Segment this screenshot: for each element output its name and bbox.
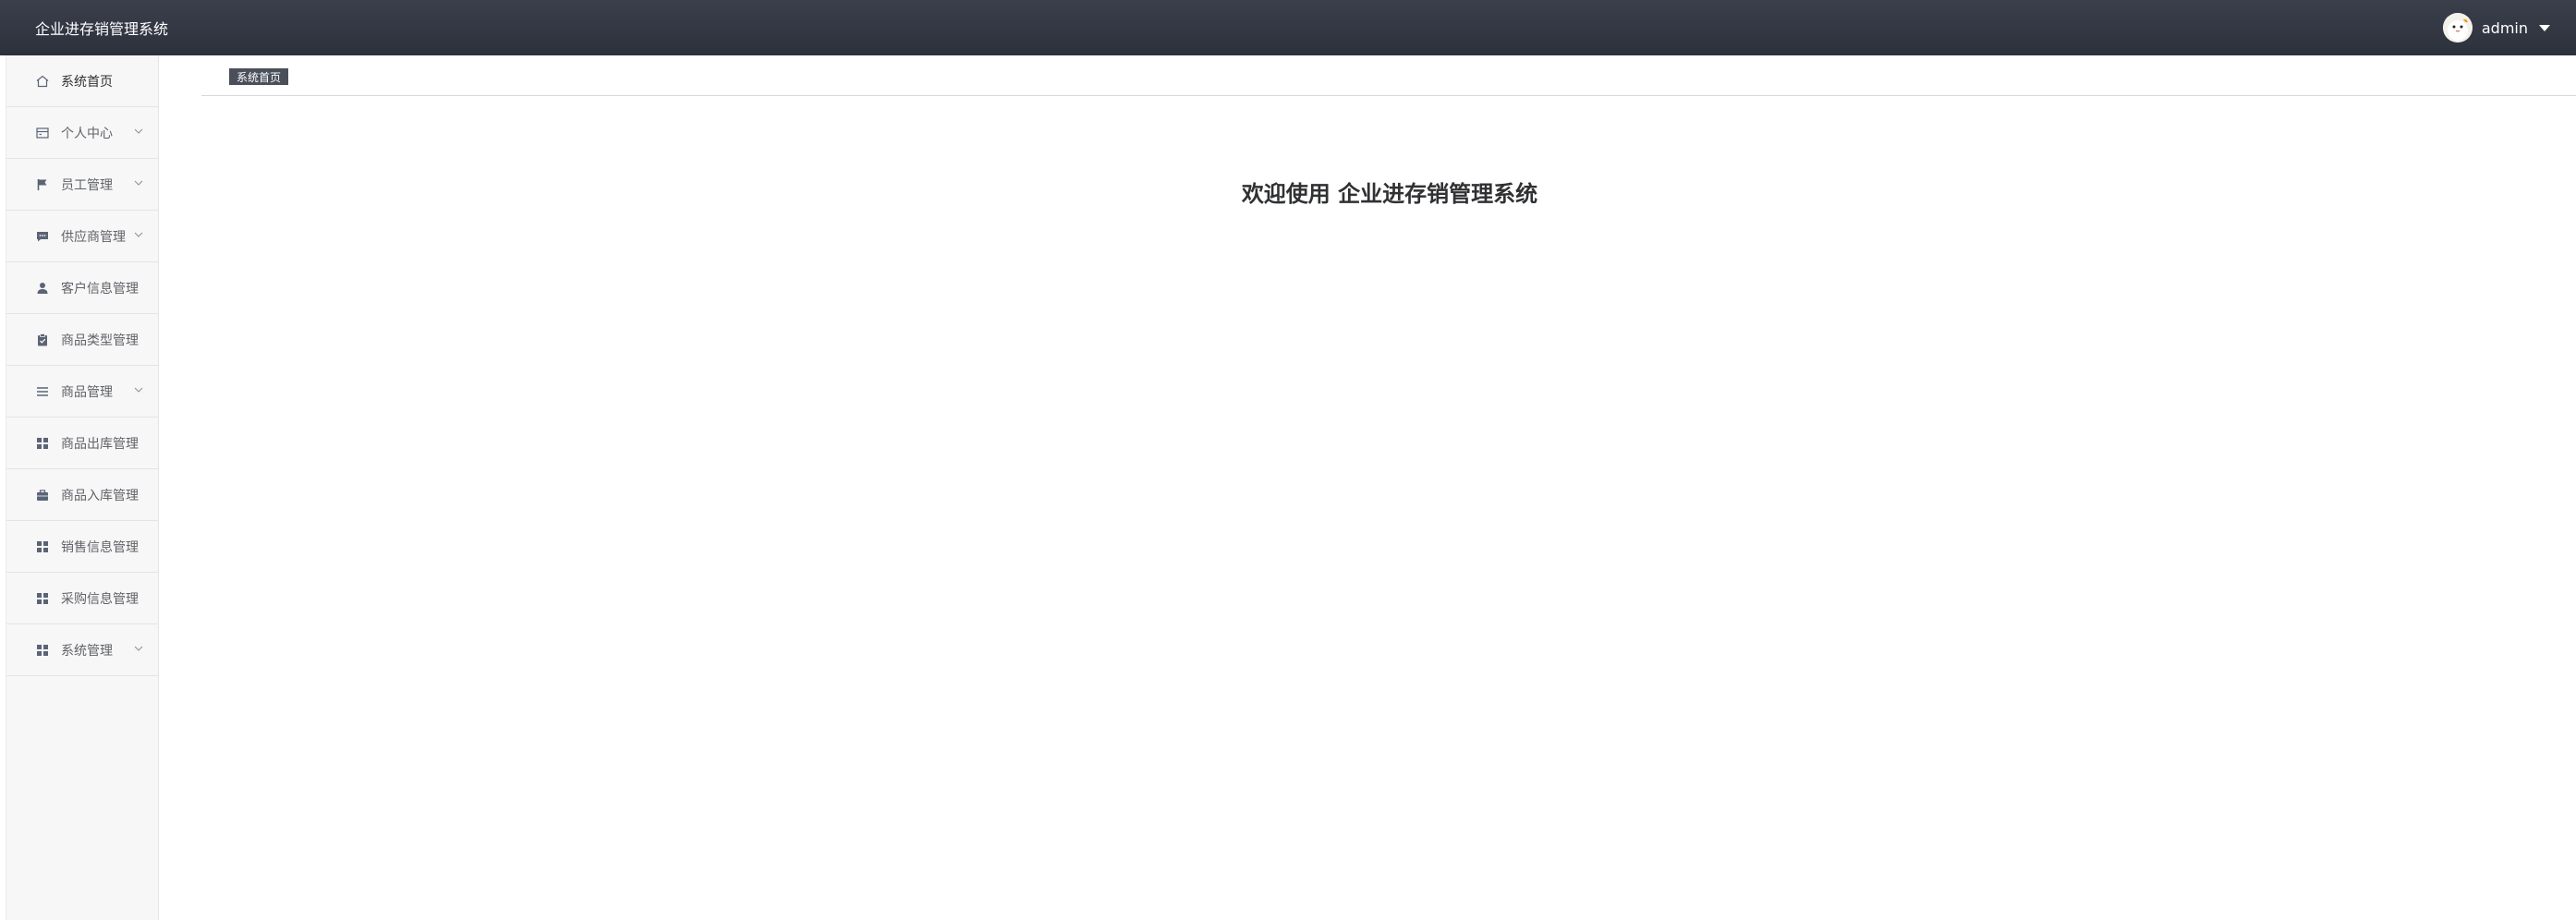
user-menu[interactable]: admin xyxy=(2442,13,2550,42)
sidebar-item-product-type[interactable]: 商品类型管理 xyxy=(6,314,158,366)
sidebar-item-personal-center[interactable]: 个人中心 xyxy=(6,107,158,159)
sidebar-item-stock-in[interactable]: 商品入库管理 xyxy=(6,469,158,521)
list-icon xyxy=(35,384,50,399)
home-icon xyxy=(35,74,50,89)
grid-icon xyxy=(35,436,50,451)
sidebar-item-label: 商品类型管理 xyxy=(61,333,139,348)
chevron-down-icon xyxy=(134,386,143,393)
tab-strip: 系统首页 xyxy=(201,55,2576,96)
app-title: 企业进存销管理系统 xyxy=(35,20,169,38)
calendar-icon xyxy=(35,126,50,140)
chevron-down-icon xyxy=(134,231,143,238)
top-header: 企业进存销管理系统 admin xyxy=(0,0,2576,55)
avatar[interactable] xyxy=(2442,13,2473,42)
user-icon xyxy=(35,281,50,296)
username[interactable]: admin xyxy=(2482,19,2528,37)
sidebar-item-home[interactable]: 系统首页 xyxy=(6,55,158,107)
sidebar-item-stock-out[interactable]: 商品出库管理 xyxy=(6,418,158,469)
avatar-image-icon xyxy=(2442,13,2473,42)
sidebar-item-supplier[interactable]: 供应商管理 xyxy=(6,211,158,262)
chevron-down-icon xyxy=(134,127,143,135)
grid-icon xyxy=(35,643,50,658)
chat-icon xyxy=(35,229,50,244)
chevron-down-icon xyxy=(134,645,143,652)
sidebar-item-label: 商品管理 xyxy=(61,384,113,400)
grid-icon xyxy=(35,539,50,554)
sidebar-item-system[interactable]: 系统管理 xyxy=(6,624,158,676)
sidebar-item-label: 商品出库管理 xyxy=(61,436,139,452)
chevron-down-icon xyxy=(134,179,143,187)
flag-icon xyxy=(35,177,50,192)
tab-home[interactable]: 系统首页 xyxy=(229,68,289,85)
sidebar-item-label: 个人中心 xyxy=(61,126,113,141)
grid-icon xyxy=(35,591,50,606)
caret-down-icon[interactable] xyxy=(2539,24,2550,31)
sidebar: 系统首页 个人中心 员工管理 供应商管理 客户信息管理 商品类型管理 商品管理 … xyxy=(6,55,159,920)
clipboard-icon xyxy=(35,333,50,347)
sidebar-item-employee[interactable]: 员工管理 xyxy=(6,159,158,211)
sidebar-item-label: 系统管理 xyxy=(61,643,113,659)
sidebar-item-sales[interactable]: 销售信息管理 xyxy=(6,521,158,573)
welcome-heading: 欢迎使用 企业进存销管理系统 xyxy=(1241,181,1538,207)
sidebar-item-label: 系统首页 xyxy=(61,74,113,90)
sidebar-item-label: 员工管理 xyxy=(61,177,113,193)
sidebar-item-purchase[interactable]: 采购信息管理 xyxy=(6,573,158,624)
sidebar-item-label: 采购信息管理 xyxy=(61,591,139,607)
briefcase-icon xyxy=(35,488,50,502)
sidebar-item-label: 供应商管理 xyxy=(61,229,126,245)
sidebar-item-label: 商品入库管理 xyxy=(61,488,139,503)
sidebar-item-customer[interactable]: 客户信息管理 xyxy=(6,262,158,314)
sidebar-item-product[interactable]: 商品管理 xyxy=(6,366,158,418)
sidebar-item-label: 客户信息管理 xyxy=(61,281,139,297)
sidebar-item-label: 销售信息管理 xyxy=(61,539,139,555)
